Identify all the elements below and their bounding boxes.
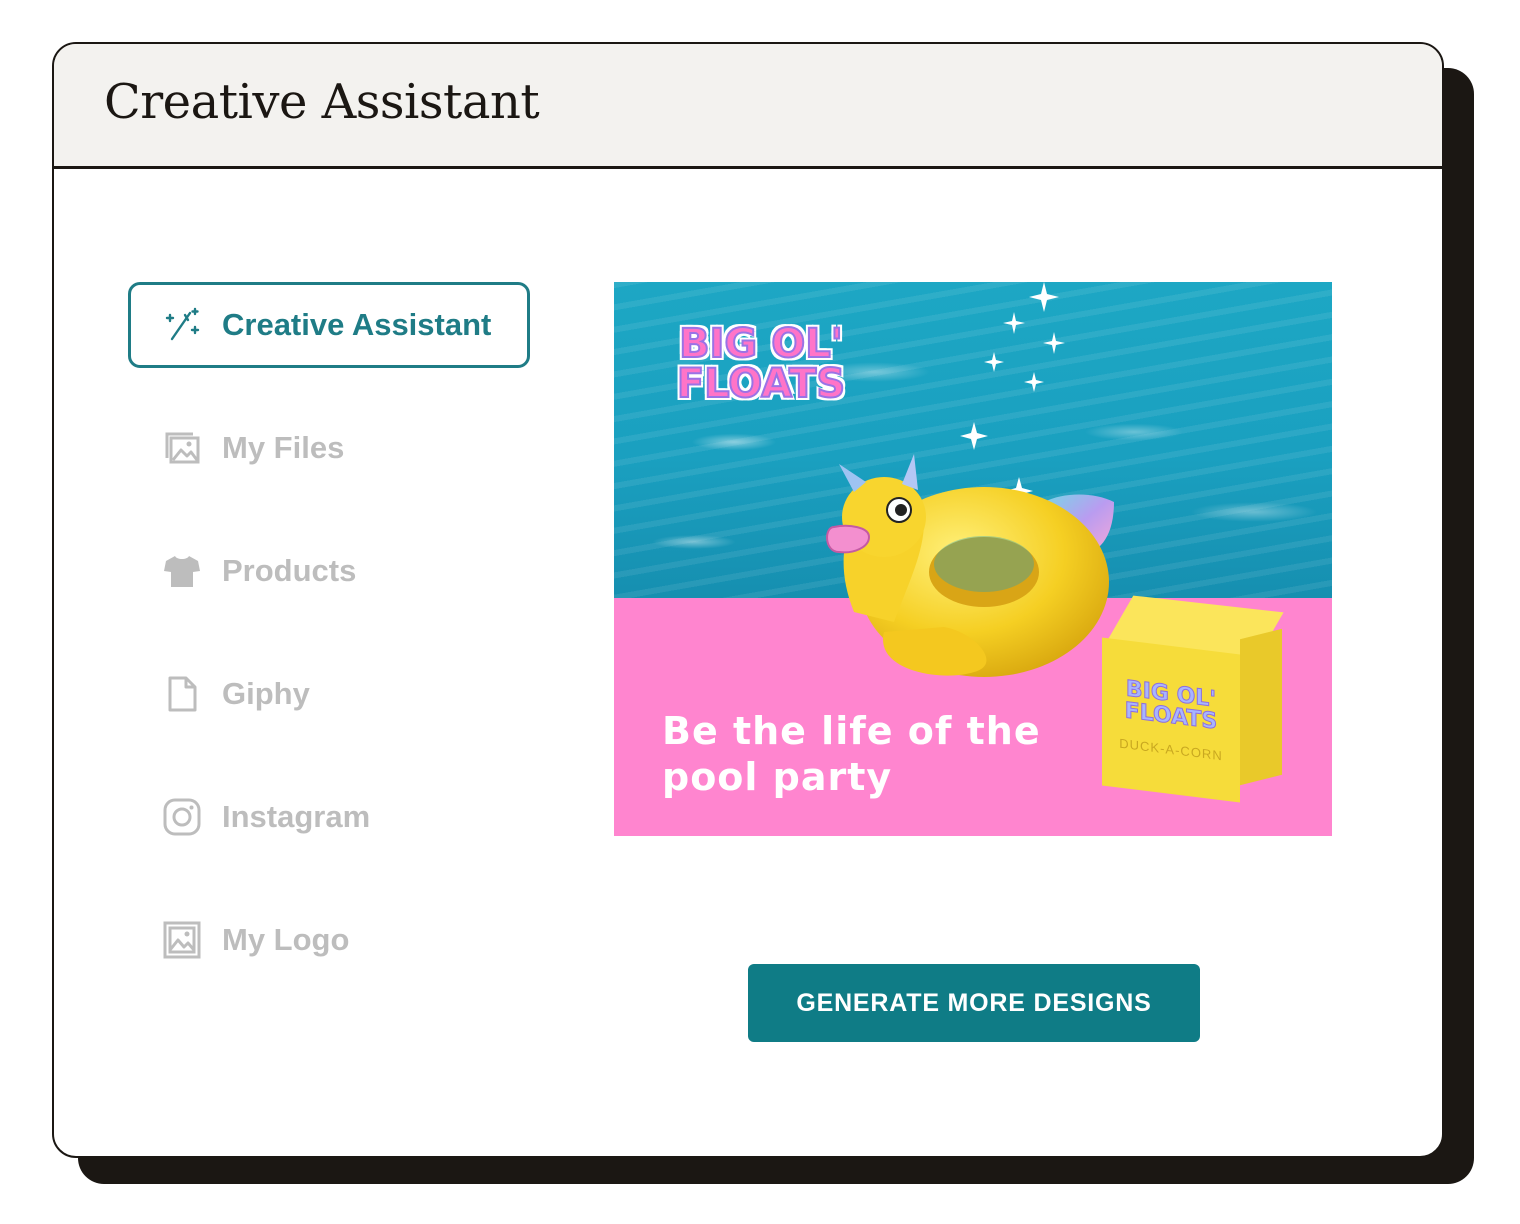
document-icon xyxy=(162,674,202,714)
sidebar-item-label: Instagram xyxy=(222,799,371,834)
duck-unicorn-float-image xyxy=(826,454,1114,677)
sidebar-item-instagram[interactable]: Instagram xyxy=(128,774,530,860)
image-icon xyxy=(162,920,202,960)
tshirt-icon xyxy=(162,551,202,591)
title-bar: Creative Assistant xyxy=(54,44,1442,169)
product-box-side xyxy=(1240,628,1282,786)
design-tagline: Be the life of the pool party xyxy=(662,709,1041,799)
sidebar-item-giphy[interactable]: Giphy xyxy=(128,651,530,737)
brand-logo: BIG OL' FLOATS xyxy=(676,321,846,407)
generated-design-preview[interactable]: BIG OL' FLOATS BIG OL' FLOATS DUCK-A-COR… xyxy=(614,282,1332,836)
product-box: BIG OL' FLOATS DUCK-A-CORN xyxy=(1102,595,1302,803)
magic-wand-icon xyxy=(162,305,202,345)
sidebar-item-label: Giphy xyxy=(222,676,310,711)
sidebar-item-my-files[interactable]: My Files xyxy=(128,405,530,491)
images-icon xyxy=(162,428,202,468)
sidebar-item-label: My Files xyxy=(222,430,345,465)
sidebar-item-label: Creative Assistant xyxy=(222,307,492,342)
box-product-name: DUCK-A-CORN xyxy=(1119,735,1223,763)
product-box-front: BIG OL' FLOATS DUCK-A-CORN xyxy=(1102,637,1240,803)
generate-more-designs-button[interactable]: GENERATE MORE DESIGNS xyxy=(748,964,1200,1042)
sidebar: Creative Assistant My Files Products Gip… xyxy=(128,282,532,1020)
app-window: Creative Assistant Creative Assistant My… xyxy=(52,42,1444,1158)
sidebar-item-my-logo[interactable]: My Logo xyxy=(128,897,530,983)
box-brand-logo: BIG OL' FLOATS xyxy=(1124,675,1218,735)
window-title: Creative Assistant xyxy=(104,74,540,130)
instagram-icon xyxy=(162,797,202,837)
sidebar-item-creative-assistant[interactable]: Creative Assistant xyxy=(128,282,530,368)
sidebar-item-label: My Logo xyxy=(222,922,350,957)
sidebar-item-products[interactable]: Products xyxy=(128,528,530,614)
sidebar-item-label: Products xyxy=(222,553,357,588)
